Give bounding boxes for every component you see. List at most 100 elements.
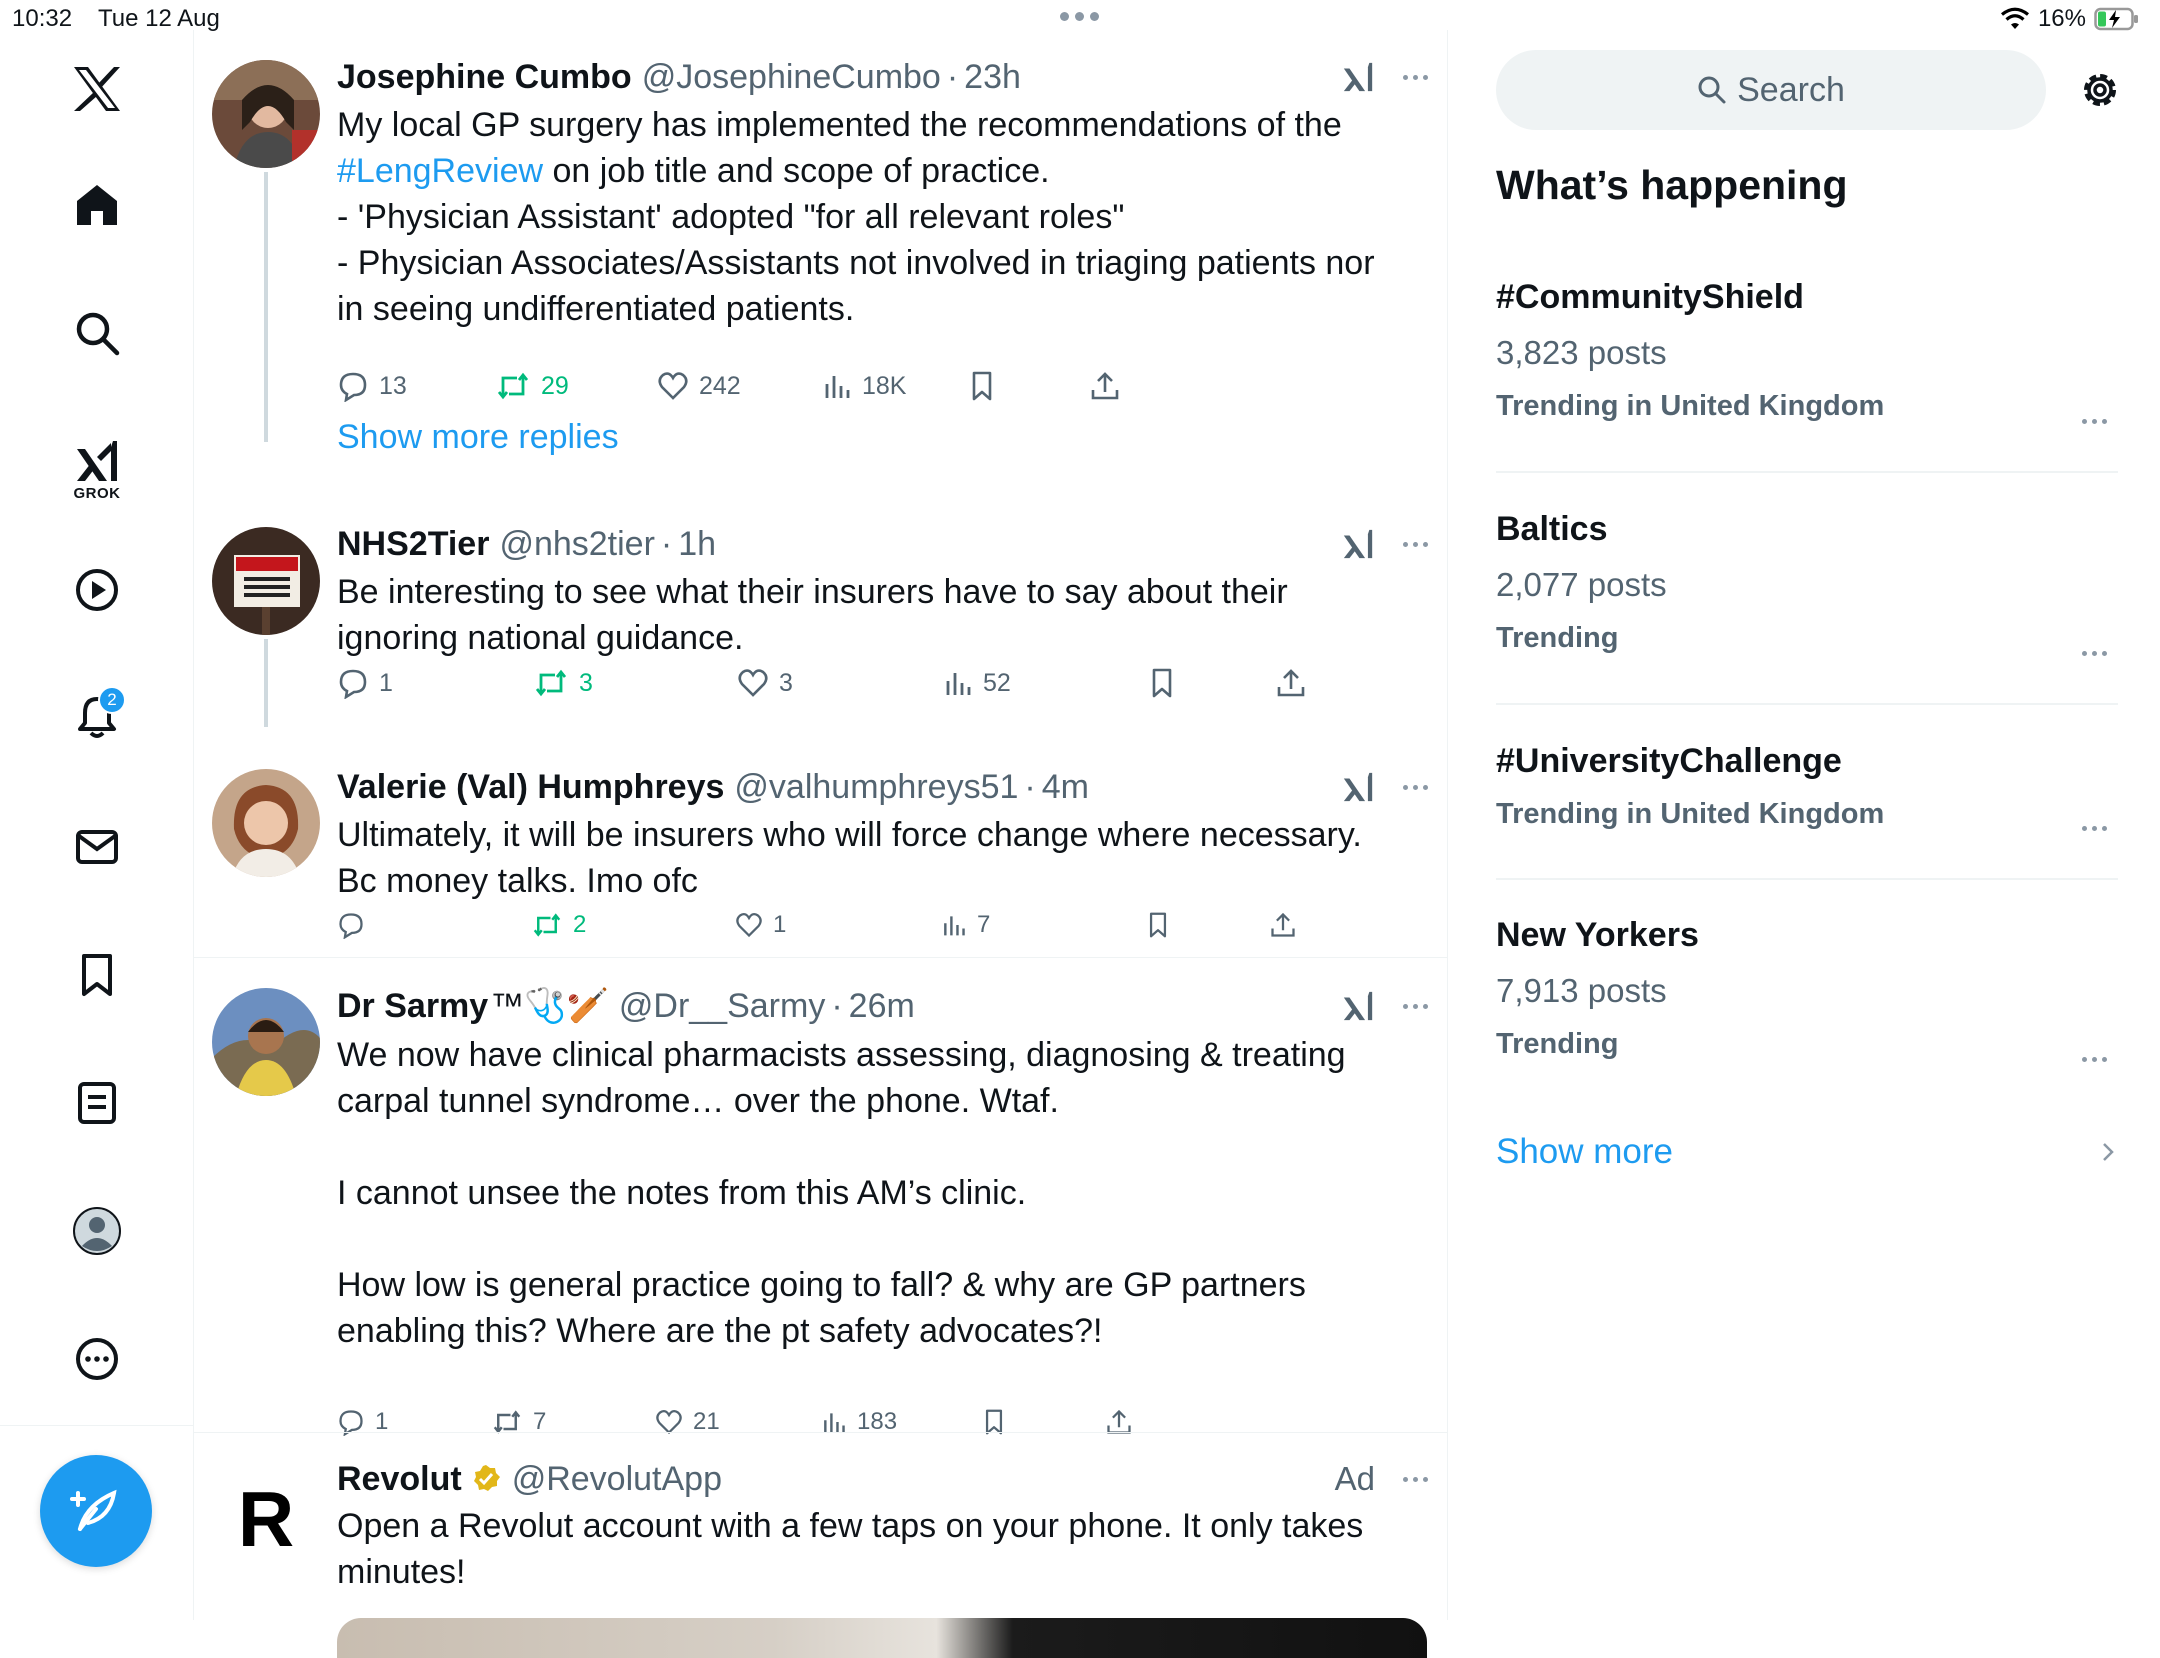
views-button[interactable]: 7 xyxy=(941,905,990,945)
bookmark-button[interactable] xyxy=(1145,905,1171,945)
author-name[interactable]: NHS2Tier xyxy=(337,525,489,564)
bookmarks-icon[interactable] xyxy=(62,940,132,1010)
post-valerie-humphreys[interactable]: Valerie (Val) Humphreys @valhumphreys51 … xyxy=(194,735,1448,990)
author-handle[interactable]: @valhumphreys51 xyxy=(734,768,1018,807)
avatar[interactable] xyxy=(212,60,320,168)
search-input[interactable]: Search xyxy=(1496,50,2046,130)
reply-button[interactable] xyxy=(337,905,375,945)
post-josephine-cumbo[interactable]: Josephine Cumbo @JosephineCumbo · 23h My… xyxy=(194,30,1448,450)
revolut-logo[interactable]: R xyxy=(212,1465,320,1573)
ad-media-image[interactable] xyxy=(337,1618,1427,1658)
settings-gear-icon[interactable] xyxy=(2076,66,2124,114)
post-text: We now have clinical pharmacists assessi… xyxy=(337,1036,1346,1350)
trend-more-icon[interactable] xyxy=(2074,411,2114,431)
grok-nav-item[interactable]: GROK xyxy=(62,420,132,520)
home-icon[interactable] xyxy=(62,170,132,240)
explore-search-icon[interactable] xyxy=(62,298,132,368)
like-button[interactable]: 242 xyxy=(657,366,741,406)
author-handle[interactable]: @RevolutApp xyxy=(512,1460,722,1499)
bookmark-button[interactable] xyxy=(1147,663,1177,703)
post-dr-sarmy[interactable]: Dr Sarmy ™🩺🏏 @Dr__Sarmy · 26m We now hav… xyxy=(194,960,1448,1445)
compose-post-button[interactable] xyxy=(40,1455,152,1567)
post-time[interactable]: 26m xyxy=(849,987,915,1026)
author-name[interactable]: Valerie (Val) Humphreys xyxy=(337,768,724,807)
post-divider xyxy=(194,1432,1448,1433)
like-count: 1 xyxy=(773,911,787,938)
more-options-icon[interactable] xyxy=(62,1324,132,1394)
repost-button[interactable]: 29 xyxy=(495,366,569,406)
trend-item[interactable]: #UniversityChallenge Trending in United … xyxy=(1496,742,2118,831)
notifications-bell-icon[interactable]: 2 xyxy=(62,682,132,752)
repost-count: 29 xyxy=(541,371,569,400)
grok-icon[interactable] xyxy=(1341,527,1375,561)
nav-divider xyxy=(0,1425,194,1426)
post-time[interactable]: 1h xyxy=(678,525,716,564)
lists-icon[interactable] xyxy=(62,1068,132,1138)
views-button[interactable]: 52 xyxy=(943,663,1011,703)
reply-icon xyxy=(339,913,363,939)
share-button[interactable] xyxy=(1275,663,1307,703)
author-name[interactable]: Josephine Cumbo xyxy=(337,58,632,97)
trend-item[interactable]: Baltics 2,077 posts Trending xyxy=(1496,510,2118,656)
grok-icon[interactable] xyxy=(1341,770,1375,804)
views-count: 52 xyxy=(983,668,1011,697)
share-button[interactable] xyxy=(1089,366,1121,406)
like-button[interactable]: 3 xyxy=(737,663,793,703)
post-time[interactable]: 23h xyxy=(964,58,1021,97)
messages-envelope-icon[interactable] xyxy=(62,812,132,882)
heart-icon xyxy=(658,372,688,400)
trend-context: Trending xyxy=(1496,622,1619,654)
more-menu-icon[interactable] xyxy=(1403,541,1428,547)
trend-more-icon[interactable] xyxy=(2074,818,2114,838)
author-name-suffix: ™🩺🏏 xyxy=(490,987,609,1025)
more-menu-icon[interactable] xyxy=(1403,1476,1428,1482)
separator-dot: · xyxy=(946,57,959,96)
status-date: Tue 12 Aug xyxy=(98,5,220,32)
reply-icon xyxy=(339,669,367,699)
more-menu-icon[interactable] xyxy=(1403,784,1428,790)
like-button[interactable]: 1 xyxy=(735,905,786,945)
show-more-trends-link[interactable]: Show more xyxy=(1496,1132,2118,1172)
more-menu-icon[interactable] xyxy=(1403,74,1428,80)
trend-item[interactable]: New Yorkers 7,913 posts Trending xyxy=(1496,916,2118,1062)
grok-icon[interactable] xyxy=(1341,989,1375,1023)
x-logo-icon[interactable] xyxy=(62,54,132,124)
post-nhs2tier[interactable]: NHS2Tier @nhs2tier · 1h Be interesting t… xyxy=(194,495,1448,735)
trend-context: Trending in United Kingdom xyxy=(1496,390,1885,422)
post-text-body: - 'Physician Assistant' adopted "for all… xyxy=(337,198,1375,328)
trend-more-icon[interactable] xyxy=(2074,643,2114,663)
post-time[interactable]: 4m xyxy=(1042,768,1089,807)
reply-icon xyxy=(339,372,367,402)
bookmark-button[interactable] xyxy=(967,366,997,406)
grok-icon[interactable] xyxy=(1341,60,1375,94)
repost-button[interactable]: 2 xyxy=(531,905,586,945)
search-icon xyxy=(1698,76,1726,104)
author-handle[interactable]: @JosephineCumbo xyxy=(642,58,941,97)
avatar[interactable] xyxy=(212,769,320,877)
repost-button[interactable]: 3 xyxy=(533,663,593,703)
reply-button[interactable]: 13 xyxy=(337,366,407,406)
video-play-icon[interactable] xyxy=(62,555,132,625)
hashtag-link[interactable]: #LengReview xyxy=(337,152,543,190)
trend-item[interactable]: #CommunityShield 3,823 posts Trending in… xyxy=(1496,278,2118,424)
trend-post-count: 7,913 posts xyxy=(1496,972,1667,1009)
avatar[interactable] xyxy=(212,527,320,635)
author-handle[interactable]: @Dr__Sarmy xyxy=(619,987,825,1026)
trend-more-icon[interactable] xyxy=(2074,1049,2114,1069)
grok-label: GROK xyxy=(73,484,121,502)
post-revolut-ad[interactable]: R Revolut @RevolutApp Ad Open a Revolut … xyxy=(194,1435,1448,1620)
separator-dot: · xyxy=(1024,767,1036,806)
author-name[interactable]: Dr Sarmy xyxy=(337,987,488,1026)
author-name[interactable]: Revolut xyxy=(337,1460,462,1499)
author-handle[interactable]: @nhs2tier xyxy=(499,525,654,564)
multitasking-dots-icon[interactable] xyxy=(1060,12,1099,21)
views-button[interactable]: 18K xyxy=(822,366,906,406)
avatar[interactable] xyxy=(212,988,320,1096)
revolut-logo-letter: R xyxy=(237,1474,295,1563)
profile-avatar-icon[interactable] xyxy=(62,1196,132,1266)
bookmark-icon xyxy=(1149,912,1167,938)
share-button[interactable] xyxy=(1269,905,1297,945)
more-menu-icon[interactable] xyxy=(1403,1003,1428,1009)
reply-button[interactable]: 1 xyxy=(337,663,393,703)
show-more-replies-link[interactable]: Show more replies xyxy=(337,418,619,457)
